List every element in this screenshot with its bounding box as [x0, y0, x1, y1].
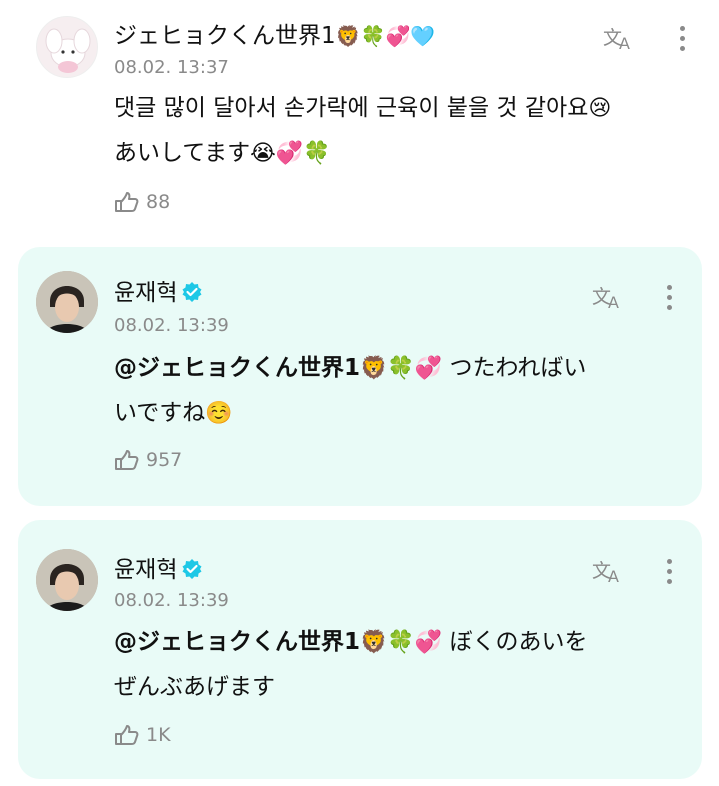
comment-line-1-emoji: 😢: [588, 96, 612, 121]
comment-line-1: つたわればい: [449, 355, 587, 381]
mention-link[interactable]: @ジェヒョクくん世界1: [114, 629, 360, 655]
timestamp: 08.02. 13:39: [114, 315, 229, 336]
author-name[interactable]: 윤재혁: [114, 555, 203, 585]
mention-link[interactable]: @ジェヒョクくん世界1: [114, 355, 360, 381]
comment-line-1: ぼくのあいを: [449, 629, 588, 655]
svg-text:A: A: [608, 567, 619, 586]
avatar-photo: [36, 549, 98, 611]
like-button[interactable]: 88: [112, 190, 170, 214]
timestamp: 08.02. 13:39: [114, 590, 229, 611]
comment-line-2: いですね: [114, 400, 206, 426]
author-name[interactable]: ジェヒョクくん世界1🦁🍀💞🩵: [114, 21, 435, 51]
more-vertical-icon[interactable]: [677, 24, 687, 54]
comment-line-2: ぜんぶあげます: [114, 674, 275, 700]
comment-line-2-emoji: 😭💞🍀: [250, 141, 331, 166]
like-button[interactable]: 1K: [112, 723, 171, 747]
comment-text: @ジェヒョクくん世界1🦁🍀💞 ぼくのあいを ぜんぶあげます: [114, 620, 674, 709]
mention-emojis: 🦁🍀💞: [360, 356, 443, 381]
more-vertical-icon[interactable]: [664, 557, 674, 587]
comment-text: 댓글 많이 달아서 손가락에 근육이 붙을 것 같아요😢 あいしてます😭💞🍀: [114, 86, 694, 176]
author-emojis: 🦁🍀💞🩵: [335, 24, 436, 48]
more-vertical-icon[interactable]: [664, 283, 674, 313]
avatar-character-image: [45, 28, 91, 73]
comment-line-2: あいしてます: [114, 140, 251, 166]
mention-emojis: 🦁🍀💞: [360, 630, 443, 655]
avatar[interactable]: [36, 271, 98, 333]
svg-text:A: A: [619, 34, 630, 53]
comment-line-2-emoji: ☺️: [205, 401, 233, 426]
like-button[interactable]: 957: [112, 448, 182, 472]
translate-icon[interactable]: 文 A: [602, 23, 636, 53]
avatar[interactable]: [36, 16, 98, 78]
author-name-text: ジェヒョクくん世界1: [114, 23, 336, 49]
avatar[interactable]: [36, 549, 98, 611]
translate-icon[interactable]: 文 A: [591, 556, 625, 586]
verified-badge-icon: [182, 282, 202, 302]
avatar-photo: [36, 271, 98, 333]
like-count: 88: [146, 191, 171, 213]
translate-icon[interactable]: 文 A: [591, 282, 625, 312]
author-name[interactable]: 윤재혁: [114, 278, 203, 308]
like-count: 1K: [146, 724, 171, 746]
reply-card: 윤재혁 08.02. 13:39 文 A @ジェヒョクくん世界1🦁🍀💞 つたわれ…: [18, 247, 702, 506]
author-name-text: 윤재혁: [114, 557, 178, 583]
comment-card: ジェヒョクくん世界1🦁🍀💞🩵 08.02. 13:37 文 A 댓글 많이 달아…: [0, 0, 719, 235]
like-count: 957: [146, 449, 183, 471]
like-hand-icon: [115, 450, 139, 470]
reply-card: 윤재혁 08.02. 13:39 文 A @ジェヒョクくん世界1🦁🍀💞 ぼくのあ…: [18, 520, 702, 779]
comment-text: @ジェヒョクくん世界1🦁🍀💞 つたわればい いですね☺️: [114, 346, 674, 436]
like-hand-icon: [115, 192, 139, 212]
comment-line-1: 댓글 많이 달아서 손가락에 근육이 붙을 것 같아요: [114, 95, 589, 121]
like-hand-icon: [115, 725, 139, 745]
verified-badge-icon: [182, 559, 202, 579]
timestamp: 08.02. 13:37: [114, 57, 229, 78]
svg-text:A: A: [608, 293, 619, 312]
author-name-text: 윤재혁: [114, 280, 178, 306]
